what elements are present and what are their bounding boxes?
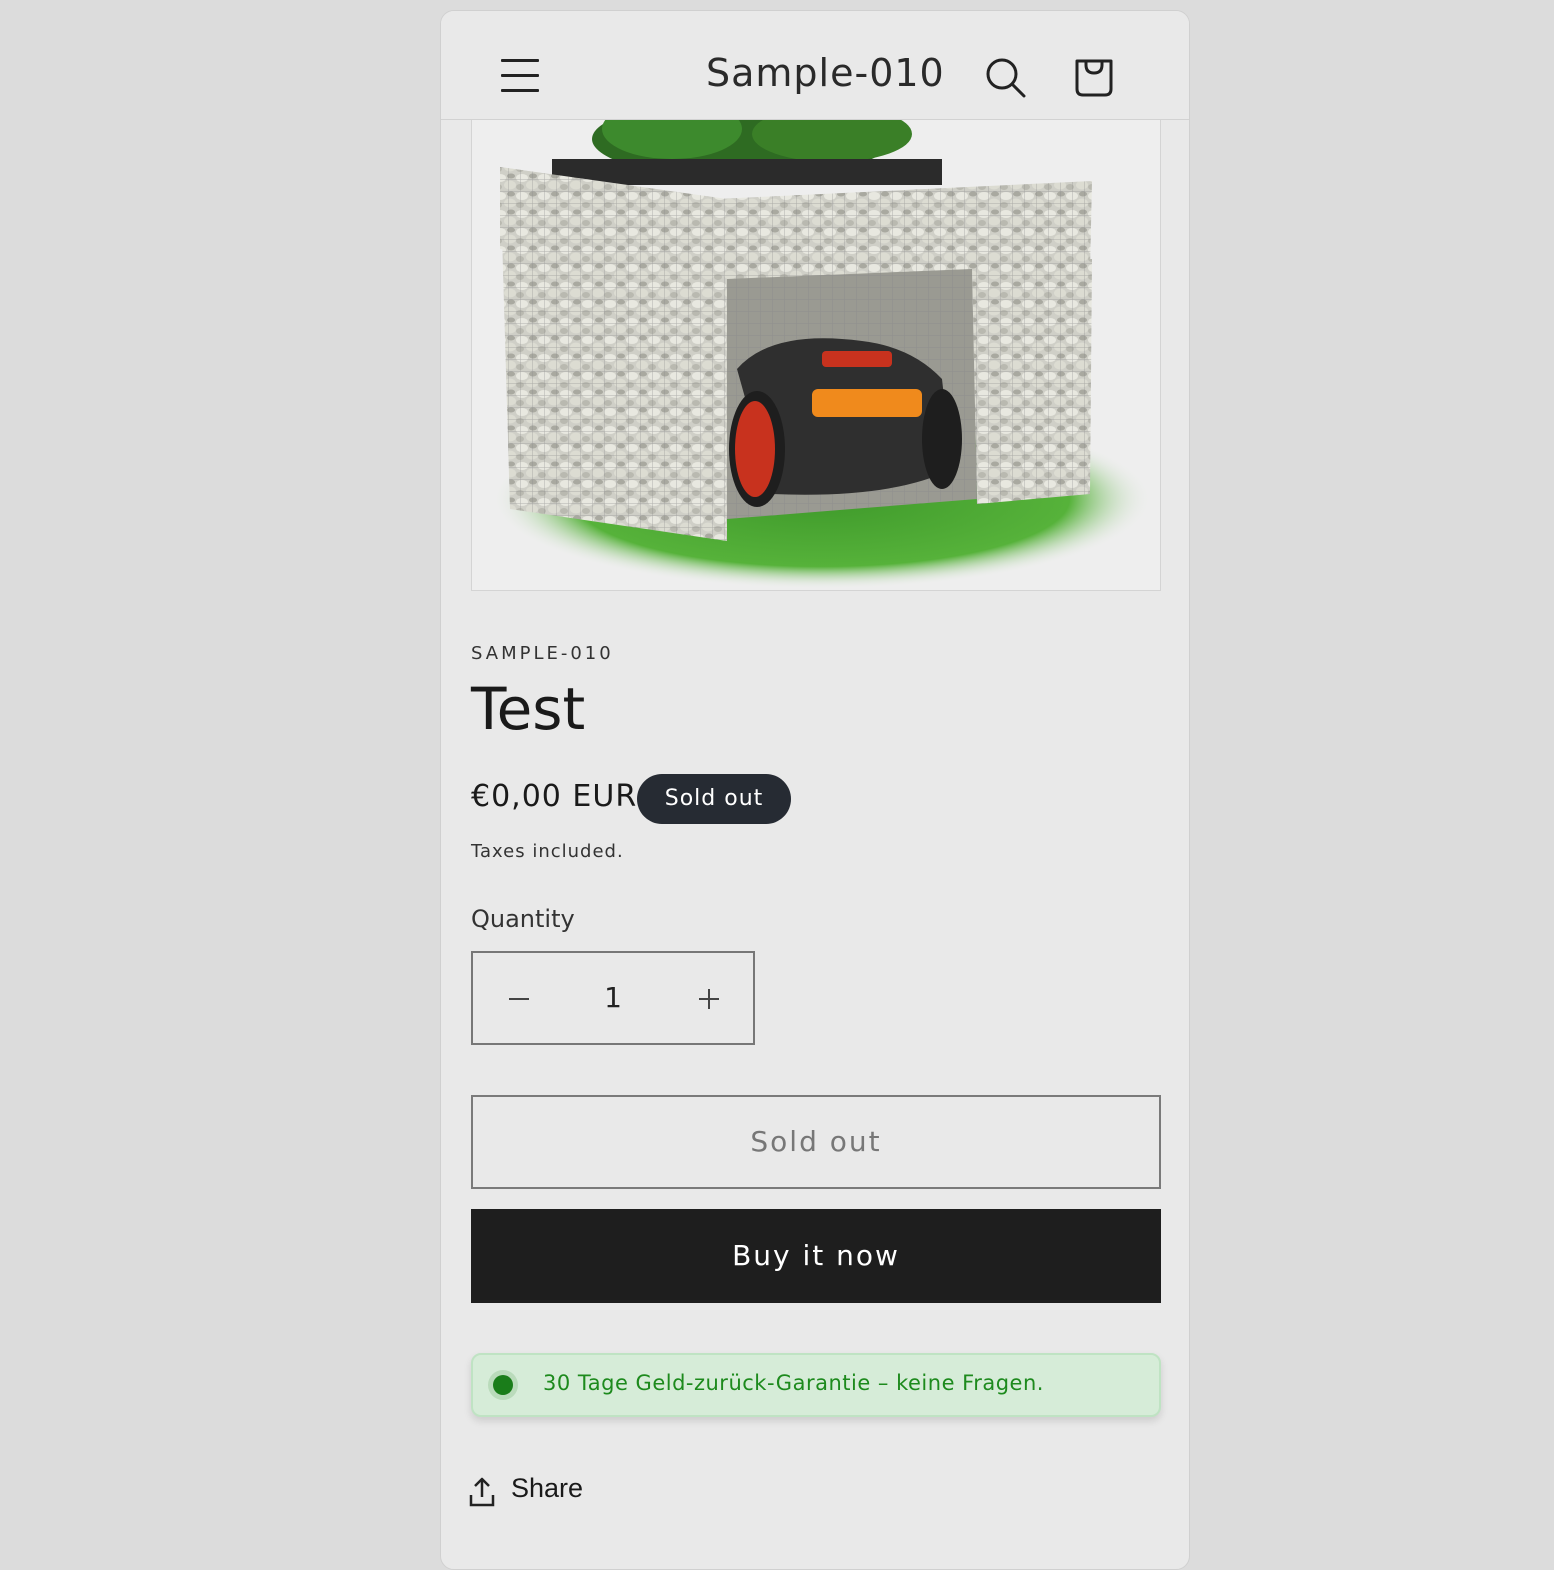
shopping-bag-icon[interactable]	[1071, 53, 1117, 99]
sold-out-badge: Sold out	[637, 774, 791, 824]
product-vendor: SAMPLE-010	[471, 643, 614, 664]
buy-now-button[interactable]: Buy it now	[471, 1209, 1161, 1303]
quantity-input[interactable]	[563, 953, 663, 1043]
hamburger-menu-icon[interactable]	[499, 55, 543, 95]
guarantee-notice: 30 Tage Geld-zurück-Garantie – keine Fra…	[471, 1353, 1161, 1417]
search-icon[interactable]	[983, 55, 1029, 101]
quantity-decrease-button[interactable]	[473, 953, 563, 1043]
status-dot-icon	[493, 1375, 513, 1395]
product-page: Sample-010 SAMPLE-010 Test €0,00 EUR Sol…	[440, 10, 1190, 1570]
quantity-label: Quantity	[471, 905, 575, 933]
sold-out-button[interactable]: Sold out	[471, 1095, 1161, 1189]
product-title: Test	[471, 675, 586, 743]
store-name[interactable]: Sample-010	[706, 51, 945, 95]
quantity-increase-button[interactable]	[663, 953, 753, 1043]
product-image[interactable]	[471, 119, 1161, 591]
product-price: €0,00 EUR	[471, 779, 638, 814]
tax-note: Taxes included.	[471, 841, 624, 862]
site-header: Sample-010	[441, 11, 1189, 120]
guarantee-text: 30 Tage Geld-zurück-Garantie – keine Fra…	[543, 1371, 1044, 1395]
quantity-stepper	[471, 951, 755, 1045]
share-label: Share	[511, 1473, 584, 1503]
